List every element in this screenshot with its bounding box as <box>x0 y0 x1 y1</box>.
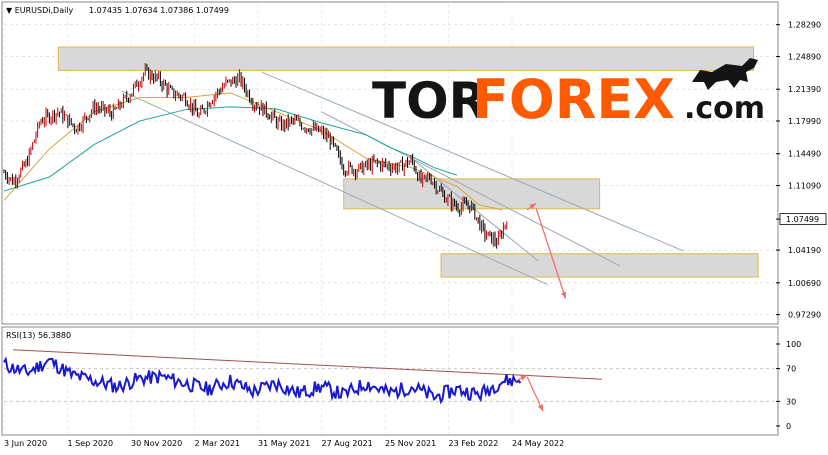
zone <box>57 46 755 71</box>
y-tick-label: 100 <box>786 340 801 349</box>
x-tick-label: 1 Sep 2020 <box>68 439 114 448</box>
x-tick-label: 3 Jun 2020 <box>4 439 47 448</box>
time-x-axis: 3 Jun 2020 1 Sep 2020 30 Nov 2020 2 Mar 202… <box>4 439 564 448</box>
y-tick-label: 1.17990 <box>788 117 821 126</box>
y-tick-label: 1.14490 <box>788 150 821 159</box>
logo-forex: FOREX <box>472 68 675 131</box>
x-tick-label: 2 Mar 2021 <box>195 439 241 448</box>
x-tick-label: 31 May 2021 <box>258 439 310 448</box>
price-y-axis: 1.28290 1.24890 1.21390 1.17990 1.14490 1.110… <box>776 21 821 320</box>
logo-dotcom: .com <box>684 91 765 126</box>
y-tick-label: 1.24890 <box>788 52 821 61</box>
triangle-icon: ▼ <box>6 6 15 15</box>
rsi-title: RSI(13) 56.3880 <box>6 331 71 340</box>
rsi-y-axis: 100 70 30 0 <box>776 340 801 431</box>
last-price-label: 1.07499 <box>786 215 819 224</box>
x-tick-label: 30 Nov 2020 <box>131 439 182 448</box>
ohlc-label: 1.07435 1.07634 1.07386 1.07499 <box>89 6 229 15</box>
chart-canvas: ▼ EURUSDi,Daily 1.07435 1.07634 1.07386 … <box>1 1 827 448</box>
y-tick-label: 0 <box>786 422 791 431</box>
y-tick-label: 30 <box>786 397 796 406</box>
x-tick-label: 24 May 2022 <box>512 439 564 448</box>
symbol-label: ▼ EURUSDi,Daily <box>6 6 74 15</box>
y-tick-label: 1.21390 <box>788 85 821 94</box>
y-tick-label: 1.04190 <box>788 246 821 255</box>
x-tick-label: 23 Feb 2022 <box>449 439 499 448</box>
y-tick-label: 1.00690 <box>788 279 821 288</box>
x-tick-label: 25 Nov 2021 <box>385 439 436 448</box>
x-tick-label: 27 Aug 2021 <box>322 439 373 448</box>
y-tick-label: 1.28290 <box>788 21 821 30</box>
rsi-panel <box>1 326 779 436</box>
y-tick-label: 1.11090 <box>788 182 821 191</box>
y-tick-label: 70 <box>786 365 796 374</box>
logo-tor: TOR <box>372 72 487 130</box>
zone <box>440 253 759 278</box>
y-tick-label: 0.97290 <box>788 311 821 320</box>
